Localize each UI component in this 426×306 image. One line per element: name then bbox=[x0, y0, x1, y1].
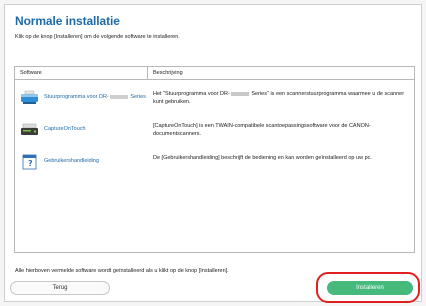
table-row: CaptureOnTouch [CaptureOnTouch] is een T… bbox=[15, 119, 414, 147]
header-description: Beschrijving bbox=[153, 70, 183, 76]
user-manual-icon: ? bbox=[20, 154, 39, 170]
software-name-driver[interactable]: Stuurprogramma voor DR- Series bbox=[44, 94, 146, 100]
back-button[interactable]: Terug bbox=[10, 281, 110, 295]
software-desc-manual: De [Gebruikershandleiding] beschrijft de… bbox=[153, 155, 372, 161]
page-title: Normale installatie bbox=[15, 14, 120, 28]
redacted-model bbox=[109, 94, 128, 99]
software-desc-driver: Het "Stuurprogramma voor DR- Series" is … bbox=[153, 91, 408, 106]
driver-desc-prefix: Het "Stuurprogramma voor DR- bbox=[153, 91, 230, 97]
software-name-manual[interactable]: Gebruikershandleiding bbox=[44, 158, 99, 164]
table-header: Software Beschrijving bbox=[15, 67, 414, 80]
table-row: Stuurprogramma voor DR- Series Het "Stuu… bbox=[15, 87, 414, 115]
redacted-model bbox=[230, 91, 249, 96]
driver-name-suffix: Series bbox=[128, 94, 146, 100]
software-desc-captureontouch: [CaptureOnTouch] is een TWAIN-compatibel… bbox=[153, 123, 371, 137]
software-name-captureontouch[interactable]: CaptureOnTouch bbox=[44, 126, 86, 132]
installer-window: Normale installatie Klik op de knop [Ins… bbox=[4, 4, 422, 302]
table-row: ? Gebruikershandleiding De [Gebruikersha… bbox=[15, 151, 414, 179]
scanner-driver-icon bbox=[20, 90, 39, 106]
header-software: Software bbox=[20, 70, 42, 76]
capture-on-touch-icon bbox=[20, 122, 39, 138]
footer-note: Alle hierboven vermelde software wordt g… bbox=[15, 268, 229, 274]
install-button[interactable]: Installeren bbox=[327, 281, 413, 295]
column-divider bbox=[147, 67, 148, 80]
driver-name-prefix: Stuurprogramma voor DR- bbox=[44, 94, 109, 100]
page-instruction: Klik op de knop [Installeren] om de volg… bbox=[15, 34, 180, 40]
svg-text:?: ? bbox=[28, 159, 33, 168]
software-table: Software Beschrijving Stuurprogramma voo… bbox=[14, 66, 415, 253]
